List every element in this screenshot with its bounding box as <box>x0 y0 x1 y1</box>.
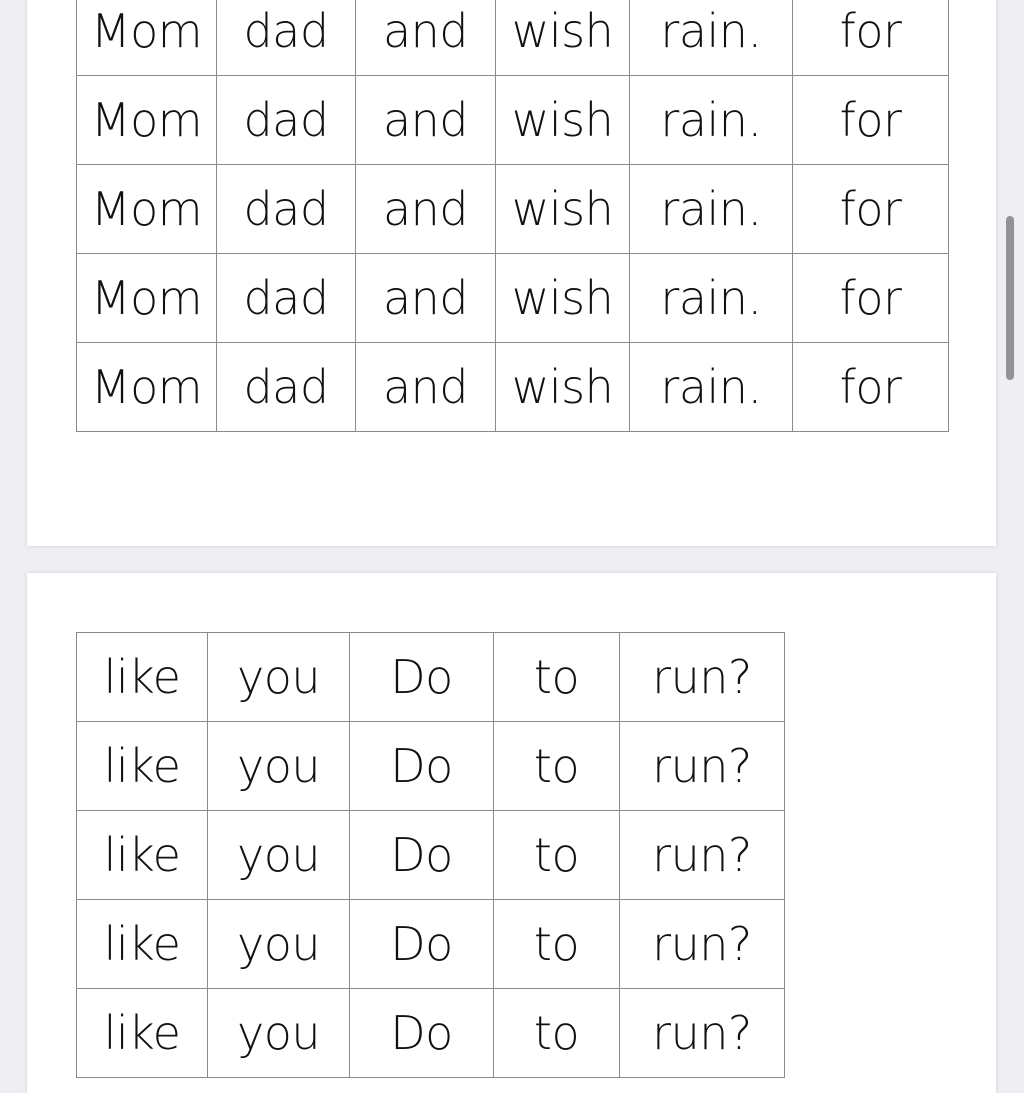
word-cell: and <box>355 253 496 343</box>
word-cell: Do <box>349 632 494 722</box>
word-cell: and <box>355 164 496 254</box>
word-cell: like <box>76 721 208 811</box>
word-cell: for <box>792 0 949 76</box>
word-cell: for <box>792 75 949 165</box>
word-cell: wish <box>495 342 630 432</box>
word-cell: rain. <box>629 164 793 254</box>
word-cell: to <box>493 632 620 722</box>
word-cell: for <box>792 253 949 343</box>
word-cell: Do <box>349 899 494 989</box>
word-cell: like <box>76 899 208 989</box>
word-cell: run? <box>619 988 785 1078</box>
word-table-2: like you Do to run? like you Do to run? like you Do t… <box>76 632 785 1078</box>
table-row: like you Do to run? <box>76 988 785 1078</box>
word-cell: run? <box>619 899 785 989</box>
word-cell: dad <box>216 164 356 254</box>
word-cell: dad <box>216 253 356 343</box>
word-cell: and <box>355 75 496 165</box>
word-cell: Do <box>349 721 494 811</box>
word-cell: wish <box>495 164 630 254</box>
word-table-1: Mom dad and wish rain. for Mom dad and wish rain. f… <box>76 0 949 432</box>
word-cell: wish <box>495 0 630 76</box>
table-row: Mom dad and wish rain. for <box>76 75 949 165</box>
table-row: Mom dad and wish rain. for <box>76 253 949 343</box>
word-cell: to <box>493 810 620 900</box>
word-cell: and <box>355 0 496 76</box>
table-row: like you Do to run? <box>76 899 785 989</box>
word-cell: rain. <box>629 253 793 343</box>
table-row: Mom dad and wish rain. for <box>76 164 949 254</box>
word-cell: and <box>355 342 496 432</box>
document-page-2: like you Do to run? like you Do to run? like you Do t… <box>27 573 996 1093</box>
word-cell: run? <box>619 810 785 900</box>
table-row: like you Do to run? <box>76 721 785 811</box>
word-cell: you <box>207 988 350 1078</box>
word-cell: dad <box>216 0 356 76</box>
word-cell: you <box>207 721 350 811</box>
word-cell: Mom <box>76 75 217 165</box>
word-cell: rain. <box>629 0 793 76</box>
word-cell: Mom <box>76 164 217 254</box>
word-cell: to <box>493 721 620 811</box>
word-cell: run? <box>619 632 785 722</box>
word-cell: rain. <box>629 342 793 432</box>
word-cell: dad <box>216 342 356 432</box>
table-row: like you Do to run? <box>76 810 785 900</box>
word-cell: Mom <box>76 253 217 343</box>
word-cell: Mom <box>76 0 217 76</box>
table-row: like you Do to run? <box>76 632 785 722</box>
word-cell: wish <box>495 75 630 165</box>
word-cell: like <box>76 810 208 900</box>
word-cell: Do <box>349 810 494 900</box>
scrollbar-thumb[interactable] <box>1006 216 1014 380</box>
word-cell: dad <box>216 75 356 165</box>
table-row: Mom dad and wish rain. for <box>76 0 949 76</box>
word-cell: you <box>207 899 350 989</box>
word-cell: to <box>493 988 620 1078</box>
word-cell: like <box>76 988 208 1078</box>
word-cell: Mom <box>76 342 217 432</box>
word-cell: run? <box>619 721 785 811</box>
word-cell: wish <box>495 253 630 343</box>
word-cell: Do <box>349 988 494 1078</box>
word-cell: to <box>493 899 620 989</box>
word-cell: for <box>792 164 949 254</box>
word-cell: rain. <box>629 75 793 165</box>
document-page-1: Mom dad and wish rain. for Mom dad and wish rain. f… <box>27 0 996 546</box>
word-cell: like <box>76 632 208 722</box>
word-cell: you <box>207 632 350 722</box>
word-cell: for <box>792 342 949 432</box>
table-row: Mom dad and wish rain. for <box>76 342 949 432</box>
word-cell: you <box>207 810 350 900</box>
